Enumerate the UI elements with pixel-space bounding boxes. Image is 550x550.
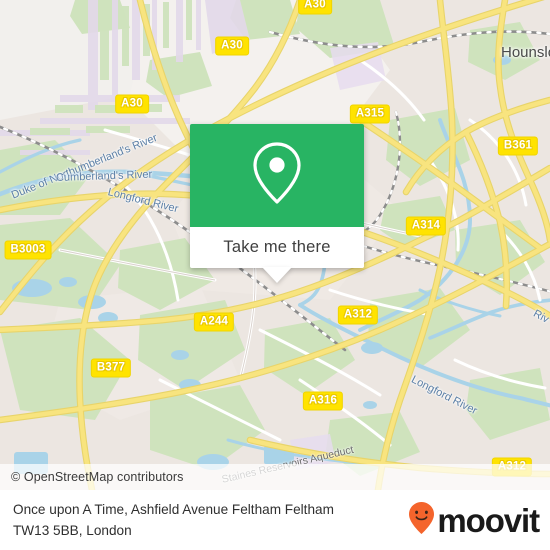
road-shield: B377 [90, 358, 132, 378]
road-shield: A316 [302, 391, 344, 411]
popup-tail-pointer [262, 267, 292, 283]
osm-attribution: © OpenStreetMap contributors [0, 464, 550, 490]
location-popup-card[interactable]: Take me there [190, 124, 364, 283]
address-line-2: TW13 5BB, London [13, 523, 132, 538]
place-label-hounslow: Hounslow [501, 44, 550, 61]
osm-attribution-text: © OpenStreetMap contributors [11, 470, 184, 484]
take-me-there-button[interactable]: Take me there [223, 238, 330, 257]
road-shield: A315 [349, 104, 391, 124]
road-shield: A30 [298, 0, 332, 15]
moovit-logo[interactable]: moovit [408, 501, 550, 540]
road-shield: A314 [405, 216, 447, 236]
road-shield: A30 [215, 36, 249, 56]
address-line-1: Once upon A Time, Ashfield Avenue Feltha… [13, 502, 334, 517]
popup-footer[interactable]: Take me there [190, 227, 364, 283]
result-footer: Once upon A Time, Ashfield Avenue Feltha… [0, 490, 550, 550]
map-pin-icon [251, 140, 303, 211]
road-shield: A30 [115, 94, 149, 114]
road-shield: A244 [193, 312, 235, 332]
road-shield: B361 [497, 136, 539, 156]
road-shield: B3003 [4, 240, 52, 260]
moovit-wordmark: moovit [437, 501, 540, 539]
map-canvas[interactable]: A30 A30 A30 A315 B361 B3003 A314 A312 A2… [0, 0, 550, 490]
popup-header [190, 124, 364, 227]
address-block: Once upon A Time, Ashfield Avenue Feltha… [0, 499, 334, 541]
road-shield: A312 [337, 305, 379, 325]
map-result-page: A30 A30 A30 A315 B361 B3003 A314 A312 A2… [0, 0, 550, 550]
moovit-pin-smiley-icon [408, 501, 435, 540]
